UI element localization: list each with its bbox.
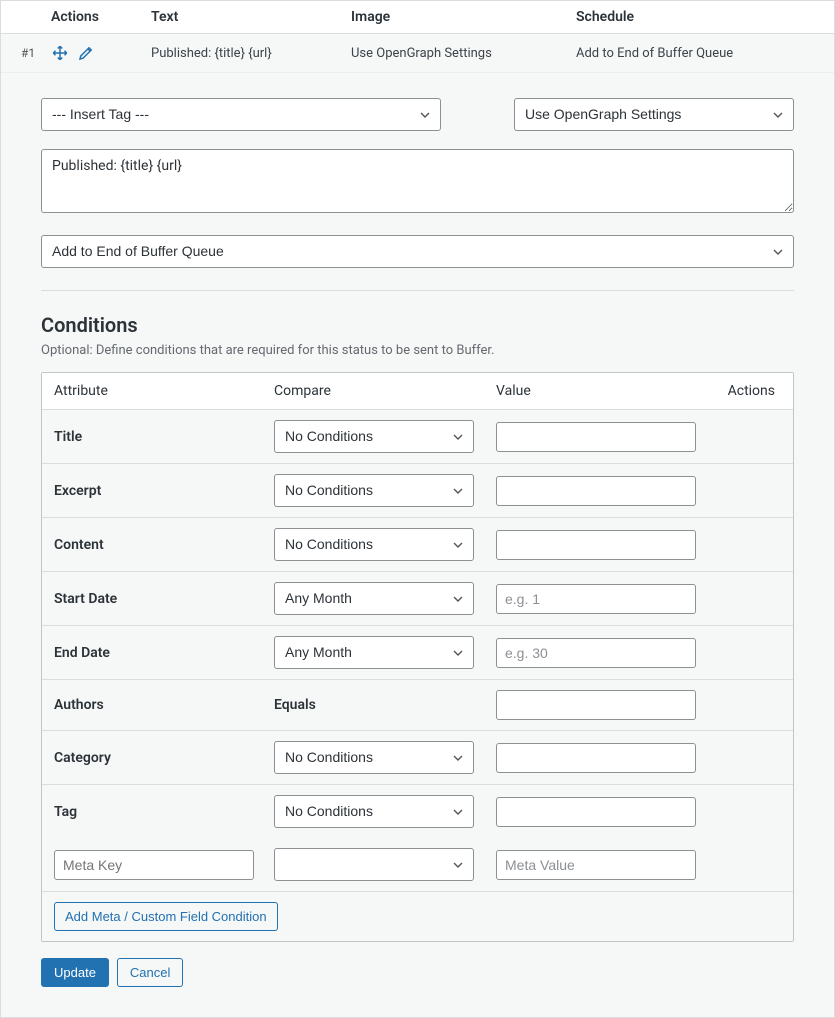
conditions-subtitle: Optional: Define conditions that are req…	[41, 343, 794, 358]
conditions-title: Conditions	[41, 313, 794, 337]
status-summary-row: #1 Published: {title} {url} Use OpenGrap…	[1, 34, 834, 73]
summary-text: Published: {title} {url}	[151, 46, 351, 61]
condition-value-input[interactable]	[496, 638, 696, 668]
table-header-row: Actions Text Image Schedule	[1, 1, 834, 34]
condition-value-input[interactable]	[496, 530, 696, 560]
header-schedule: Schedule	[576, 9, 834, 25]
status-message-textarea[interactable]	[41, 149, 794, 213]
meta-compare-select[interactable]	[274, 848, 474, 881]
conditions-header-row: Attribute Compare Value Actions	[42, 373, 793, 410]
add-meta-button[interactable]: Add Meta / Custom Field Condition	[54, 902, 278, 931]
condition-compare-select[interactable]: No Conditions	[274, 474, 474, 507]
condition-compare-select[interactable]: No Conditions	[274, 420, 474, 453]
condition-compare-select[interactable]: No Conditions	[274, 528, 474, 561]
conditions-row: TagNo Conditions	[42, 785, 793, 838]
row-index: #1	[1, 46, 41, 60]
condition-attribute: Tag	[54, 804, 274, 820]
footer-buttons: Update Cancel	[41, 958, 794, 987]
header-image: Image	[351, 9, 576, 25]
condition-value-input[interactable]	[496, 690, 696, 720]
header-text: Text	[151, 9, 351, 25]
condition-compare-select[interactable]: Any Month	[274, 582, 474, 615]
conditions-row: ExcerptNo Conditions	[42, 464, 793, 518]
summary-schedule: Add to End of Buffer Queue	[576, 46, 834, 61]
condition-value-input[interactable]	[496, 422, 696, 452]
header-actions: Actions	[41, 9, 151, 25]
conditions-table: Attribute Compare Value Actions TitleNo …	[41, 372, 794, 942]
condition-value-input[interactable]	[496, 743, 696, 773]
conditions-row: CategoryNo Conditions	[42, 731, 793, 785]
condition-compare-select[interactable]: No Conditions	[274, 741, 474, 774]
cancel-button[interactable]: Cancel	[117, 958, 183, 987]
conditions-row: ContentNo Conditions	[42, 518, 793, 572]
condition-compare-select[interactable]: Any Month	[274, 636, 474, 669]
condition-attribute: Category	[54, 750, 274, 766]
condition-attribute: Excerpt	[54, 483, 274, 499]
condition-value-input[interactable]	[496, 797, 696, 827]
conditions-row: Start DateAny Month	[42, 572, 793, 626]
edit-icon[interactable]	[77, 44, 95, 62]
divider	[41, 290, 794, 291]
condition-attribute: Start Date	[54, 591, 274, 607]
status-editor: --- Insert Tag --- Use OpenGraph Setting…	[1, 73, 834, 1017]
condition-compare-static: Equals	[274, 697, 316, 713]
schedule-select[interactable]: Add to End of Buffer Queue	[41, 235, 794, 268]
meta-key-input[interactable]	[54, 850, 254, 880]
move-icon[interactable]	[51, 44, 69, 62]
update-button[interactable]: Update	[41, 958, 109, 987]
conditions-row: AuthorsEquals	[42, 680, 793, 731]
insert-tag-select[interactable]: --- Insert Tag ---	[41, 98, 441, 131]
conditions-row: End DateAny Month	[42, 626, 793, 680]
condition-compare-select[interactable]: No Conditions	[274, 795, 474, 828]
conditions-row: TitleNo Conditions	[42, 410, 793, 464]
condition-attribute: Authors	[54, 697, 274, 713]
status-panel: Actions Text Image Schedule #1 Published…	[0, 0, 835, 1018]
meta-value-input[interactable]	[496, 850, 696, 880]
image-source-select[interactable]: Use OpenGraph Settings	[514, 98, 794, 131]
condition-value-input[interactable]	[496, 476, 696, 506]
conditions-meta-row	[42, 838, 793, 892]
condition-attribute: End Date	[54, 645, 274, 661]
condition-attribute: Content	[54, 537, 274, 553]
condition-attribute: Title	[54, 429, 274, 445]
summary-image: Use OpenGraph Settings	[351, 46, 576, 61]
condition-value-input[interactable]	[496, 584, 696, 614]
